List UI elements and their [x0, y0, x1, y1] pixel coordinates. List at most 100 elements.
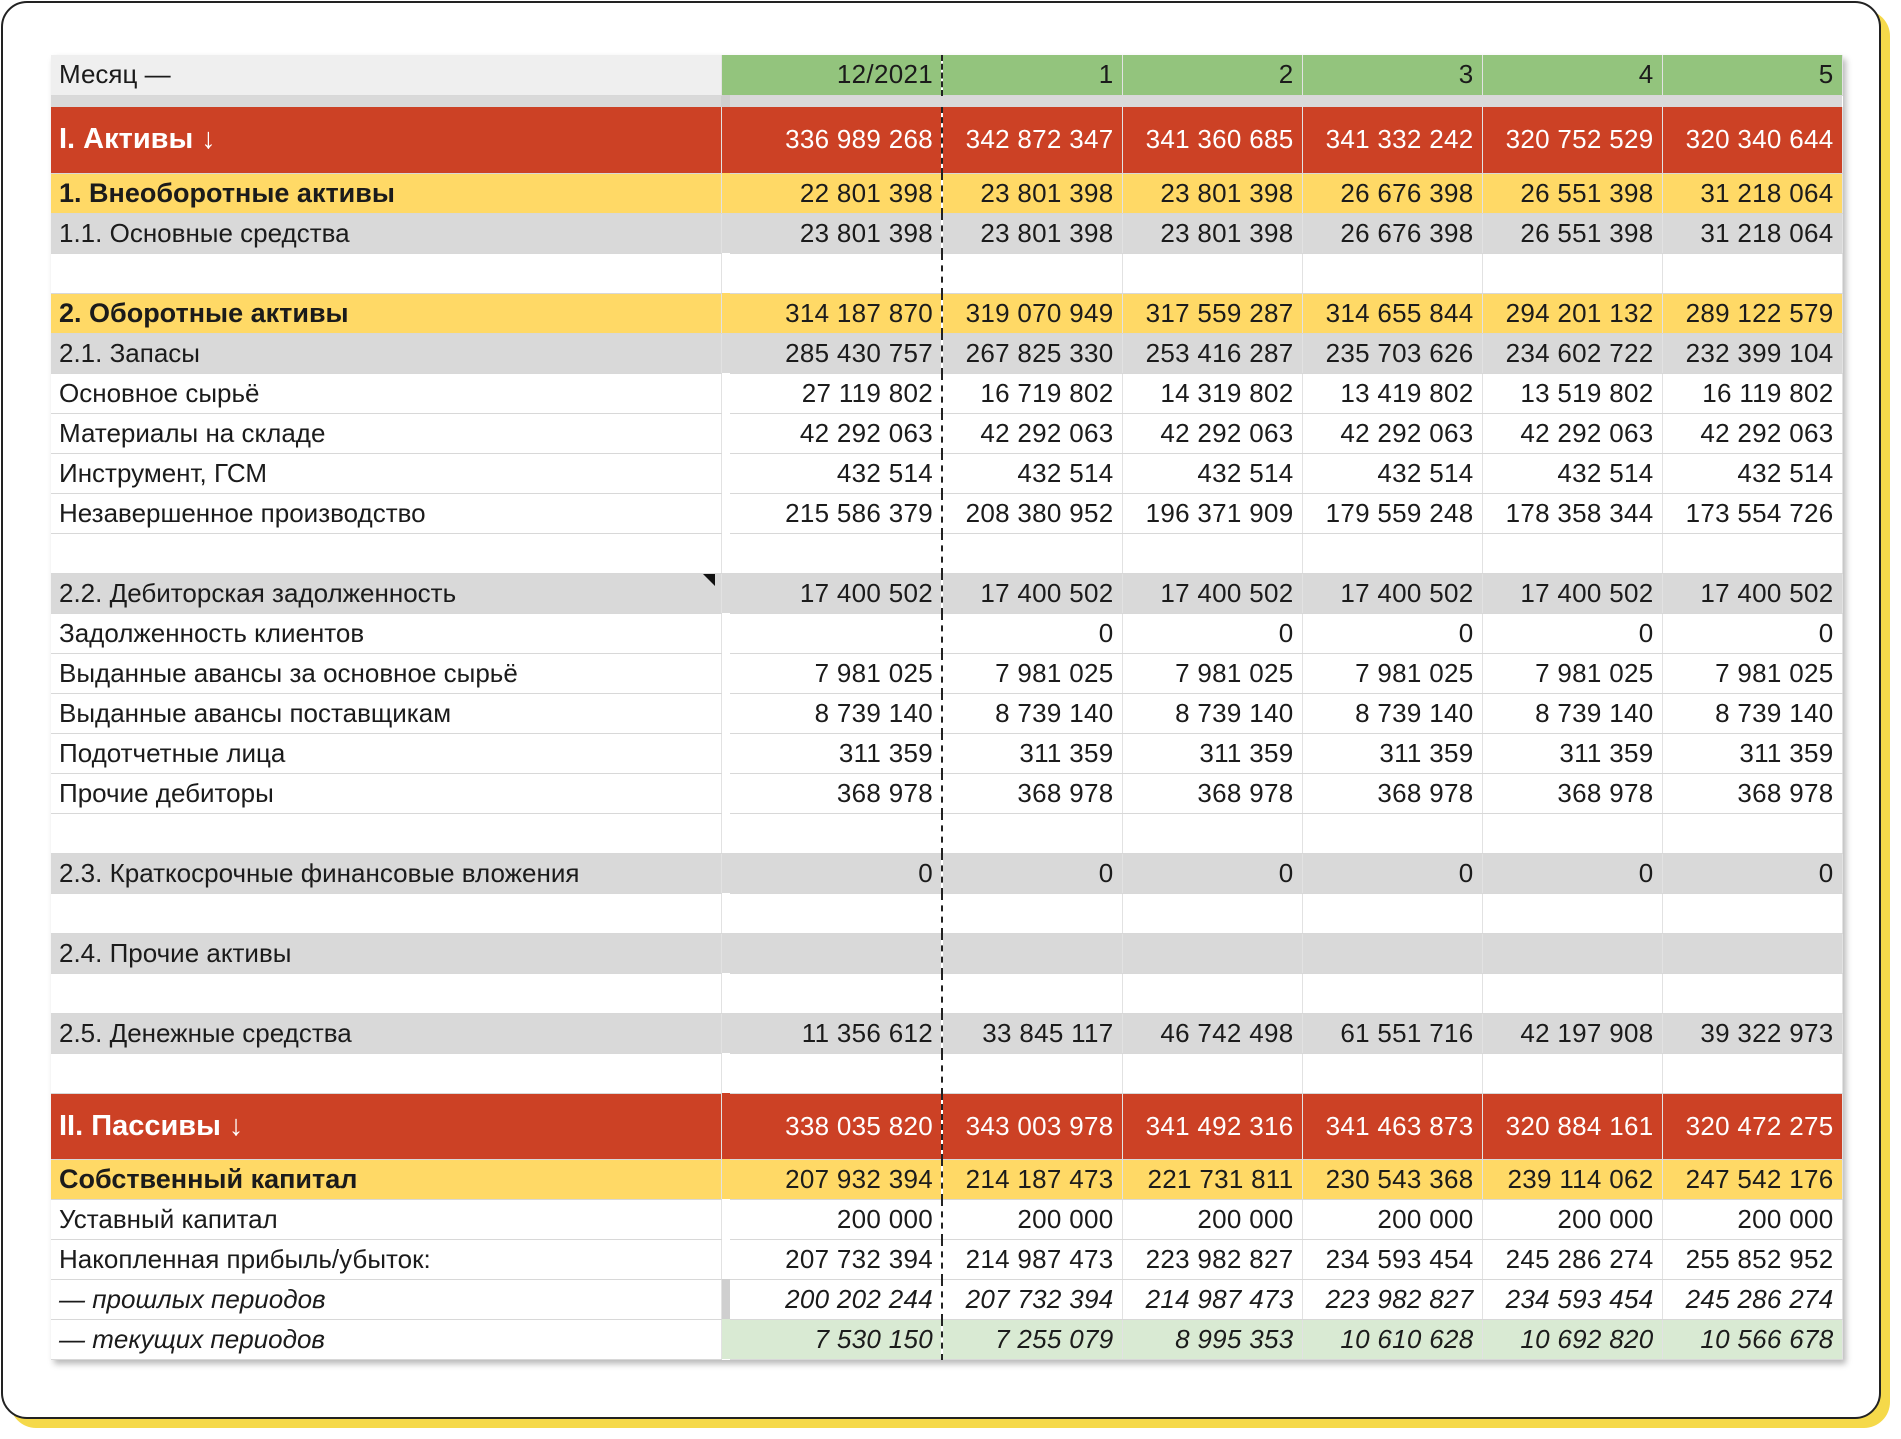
- month-header-cell[interactable]: 3: [1302, 55, 1483, 96]
- value-cell[interactable]: 341 492 316: [1122, 1093, 1303, 1160]
- value-cell[interactable]: 208 380 952: [942, 493, 1123, 534]
- value-cell[interactable]: 0: [1122, 613, 1303, 654]
- value-cell[interactable]: [942, 253, 1123, 294]
- value-cell[interactable]: 23 801 398: [730, 213, 943, 254]
- row-label-cell[interactable]: 2.2. Дебиторская задолженность: [51, 573, 722, 614]
- row-label-cell[interactable]: Накопленная прибыль/убыток:: [51, 1239, 722, 1280]
- value-cell[interactable]: 200 000: [730, 1199, 943, 1240]
- value-cell[interactable]: [1302, 1053, 1483, 1094]
- value-cell[interactable]: [1482, 533, 1663, 574]
- value-cell[interactable]: 320 884 161: [1482, 1093, 1663, 1160]
- value-cell[interactable]: 200 000: [1122, 1199, 1303, 1240]
- value-cell[interactable]: 27 119 802: [730, 373, 943, 414]
- value-cell[interactable]: 13 519 802: [1482, 373, 1663, 414]
- value-cell[interactable]: 16 119 802: [1662, 373, 1843, 414]
- row-label-cell[interactable]: Материалы на складе: [51, 413, 722, 454]
- row-label-cell[interactable]: [51, 253, 722, 294]
- value-cell[interactable]: 317 559 287: [1122, 293, 1303, 334]
- value-cell[interactable]: 8 739 140: [942, 693, 1123, 734]
- row-label-cell[interactable]: Задолженность клиентов: [51, 613, 722, 654]
- value-cell[interactable]: [1482, 813, 1663, 854]
- row-label-cell[interactable]: 1.1. Основные средства: [51, 213, 722, 254]
- value-cell[interactable]: 8 739 140: [1662, 693, 1843, 734]
- row-label-cell[interactable]: Уставный капитал: [51, 1199, 722, 1240]
- value-cell[interactable]: 22 801 398: [730, 173, 943, 214]
- value-cell[interactable]: [1662, 533, 1843, 574]
- value-cell[interactable]: [942, 813, 1123, 854]
- value-cell[interactable]: [730, 813, 943, 854]
- value-cell[interactable]: 432 514: [1122, 453, 1303, 494]
- value-cell[interactable]: [1482, 1053, 1663, 1094]
- value-cell[interactable]: 0: [942, 853, 1123, 894]
- value-cell[interactable]: 0: [942, 613, 1123, 654]
- value-cell[interactable]: [1302, 253, 1483, 294]
- value-cell[interactable]: 39 322 973: [1662, 1013, 1843, 1054]
- value-cell[interactable]: 432 514: [942, 453, 1123, 494]
- value-cell[interactable]: [1302, 973, 1483, 1014]
- value-cell[interactable]: 7 981 025: [942, 653, 1123, 694]
- value-cell[interactable]: 61 551 716: [1302, 1013, 1483, 1054]
- value-cell[interactable]: 10 566 678: [1662, 1319, 1843, 1360]
- value-cell[interactable]: [1122, 253, 1303, 294]
- value-cell[interactable]: 7 981 025: [1482, 653, 1663, 694]
- value-cell[interactable]: [1122, 1053, 1303, 1094]
- value-cell[interactable]: 11 356 612: [730, 1013, 943, 1054]
- value-cell[interactable]: [942, 933, 1123, 974]
- value-cell[interactable]: 200 000: [1482, 1199, 1663, 1240]
- row-label-cell[interactable]: 2.3. Краткосрочные финансовые вложения: [51, 853, 722, 894]
- row-label-cell[interactable]: Собственный капитал: [51, 1159, 722, 1200]
- value-cell[interactable]: 196 371 909: [1122, 493, 1303, 534]
- value-cell[interactable]: [1662, 893, 1843, 934]
- month-header-cell[interactable]: 4: [1482, 55, 1663, 96]
- value-cell[interactable]: 221 731 811: [1122, 1159, 1303, 1200]
- value-cell[interactable]: 235 703 626: [1302, 333, 1483, 374]
- value-cell[interactable]: 42 292 063: [730, 413, 943, 454]
- value-cell[interactable]: [1122, 533, 1303, 574]
- value-cell[interactable]: [730, 533, 943, 574]
- value-cell[interactable]: 319 070 949: [942, 293, 1123, 334]
- value-cell[interactable]: 223 982 827: [1122, 1239, 1303, 1280]
- value-cell[interactable]: 42 292 063: [1482, 413, 1663, 454]
- row-label-cell[interactable]: 2.1. Запасы: [51, 333, 722, 374]
- value-cell[interactable]: 214 187 473: [942, 1159, 1123, 1200]
- value-cell[interactable]: 311 359: [942, 733, 1123, 774]
- value-cell[interactable]: 207 732 394: [942, 1279, 1123, 1320]
- value-cell[interactable]: 338 035 820: [730, 1093, 943, 1160]
- value-cell[interactable]: [1122, 813, 1303, 854]
- value-cell[interactable]: [1302, 893, 1483, 934]
- value-cell[interactable]: 0: [730, 853, 943, 894]
- value-cell[interactable]: [1122, 973, 1303, 1014]
- value-cell[interactable]: 214 987 473: [1122, 1279, 1303, 1320]
- value-cell[interactable]: 311 359: [730, 733, 943, 774]
- value-cell[interactable]: 368 978: [730, 773, 943, 814]
- value-cell[interactable]: 341 360 685: [1122, 107, 1303, 174]
- value-cell[interactable]: 8 739 140: [1482, 693, 1663, 734]
- value-cell[interactable]: 7 981 025: [1122, 653, 1303, 694]
- value-cell[interactable]: 17 400 502: [1662, 573, 1843, 614]
- value-cell[interactable]: 234 602 722: [1482, 333, 1663, 374]
- value-cell[interactable]: 314 187 870: [730, 293, 943, 334]
- value-cell[interactable]: 320 340 644: [1662, 107, 1843, 174]
- value-cell[interactable]: 432 514: [1302, 453, 1483, 494]
- value-cell[interactable]: 368 978: [1662, 773, 1843, 814]
- row-label-cell[interactable]: [51, 1053, 722, 1094]
- value-cell[interactable]: 230 543 368: [1302, 1159, 1483, 1200]
- value-cell[interactable]: 173 554 726: [1662, 493, 1843, 534]
- value-cell[interactable]: 8 739 140: [730, 693, 943, 734]
- value-cell[interactable]: [1662, 933, 1843, 974]
- row-label-cell[interactable]: Незавершенное производство: [51, 493, 722, 534]
- value-cell[interactable]: 234 593 454: [1302, 1239, 1483, 1280]
- value-cell[interactable]: 343 003 978: [942, 1093, 1123, 1160]
- row-label-cell[interactable]: Подотчетные лица: [51, 733, 722, 774]
- value-cell[interactable]: 42 292 063: [1662, 413, 1843, 454]
- value-cell[interactable]: 432 514: [1662, 453, 1843, 494]
- value-cell[interactable]: 17 400 502: [1122, 573, 1303, 614]
- row-label-cell[interactable]: Инструмент, ГСМ: [51, 453, 722, 494]
- row-label-cell[interactable]: I. Активы ↓: [51, 107, 722, 174]
- value-cell[interactable]: 8 995 353: [1122, 1319, 1303, 1360]
- value-cell[interactable]: [1662, 973, 1843, 1014]
- value-cell[interactable]: [1302, 933, 1483, 974]
- value-cell[interactable]: 320 472 275: [1662, 1093, 1843, 1160]
- value-cell[interactable]: [1122, 893, 1303, 934]
- value-cell[interactable]: 17 400 502: [730, 573, 943, 614]
